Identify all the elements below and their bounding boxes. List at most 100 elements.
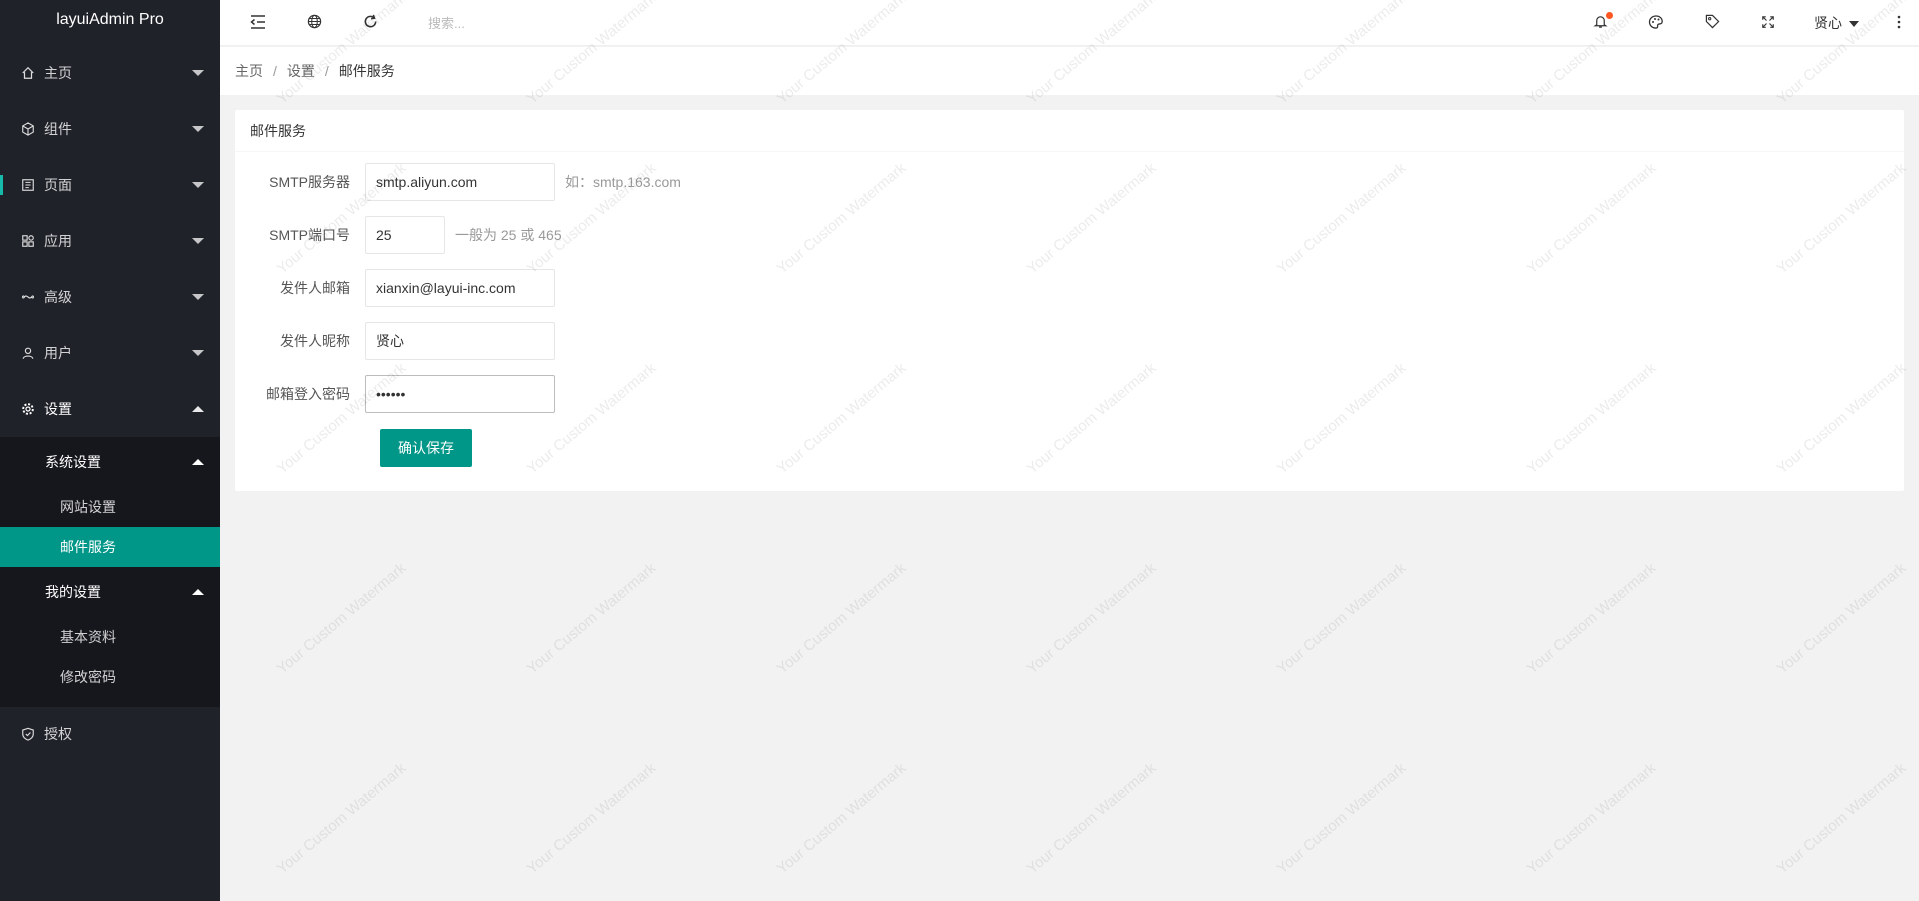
watermark-text: Your Custom Watermark — [1773, 759, 1910, 878]
sidebar-item-license[interactable]: 授权 — [0, 706, 220, 762]
submenu-item-website[interactable]: 网站设置 — [0, 487, 220, 527]
app-logo[interactable]: layuiAdmin Pro — [0, 0, 220, 40]
sidebar-item-users[interactable]: 用户 — [0, 325, 220, 381]
field-label: 发件人昵称 — [280, 333, 350, 349]
notification-badge — [1606, 12, 1613, 19]
chevron-up-icon — [192, 459, 204, 465]
user-name: 贤心 — [1814, 15, 1842, 31]
watermark-text: Your Custom Watermark — [273, 759, 410, 878]
refresh-icon — [363, 14, 378, 32]
field-label: 邮箱登入密码 — [266, 386, 350, 402]
breadcrumb-home[interactable]: 主页 — [235, 61, 263, 81]
sidebar: layuiAdmin Pro 主页 组件 页面 应用 高级 用户 设置 系统设置… — [0, 0, 220, 901]
watermark-text: Your Custom Watermark — [523, 759, 660, 878]
fullscreen-icon — [1762, 15, 1774, 31]
watermark-text: Your Custom Watermark — [1523, 759, 1660, 878]
smtp-port-input[interactable]: 25 — [365, 216, 445, 254]
smtp-server-input[interactable]: smtp.aliyun.com — [365, 163, 555, 201]
breadcrumb-separator: / — [273, 63, 277, 79]
chevron-down-icon — [192, 126, 204, 132]
notification-button[interactable] — [1580, 0, 1620, 46]
menu-fold-icon — [250, 14, 266, 32]
sidebar-item-components[interactable]: 组件 — [0, 101, 220, 157]
sidebar-item-home[interactable]: 主页 — [0, 45, 220, 101]
watermark-text: Your Custom Watermark — [1273, 559, 1410, 678]
settings-submenu: 系统设置 网站设置 邮件服务 我的设置 基本资料 修改密码 — [0, 437, 220, 707]
save-button[interactable]: 确认保存 — [380, 429, 472, 467]
submenu-group-system[interactable]: 系统设置 — [0, 437, 220, 487]
website-button[interactable] — [294, 0, 334, 46]
menu-toggle-button[interactable] — [238, 0, 278, 46]
sidebar-item-label: 页面 — [44, 177, 72, 193]
breadcrumb-current: 邮件服务 — [338, 63, 395, 79]
form-row-smtp-server: SMTP服务器 smtp.aliyun.com 如：smtp.163.com — [235, 163, 681, 201]
gear-icon — [20, 401, 36, 417]
form-row-password: 邮箱登入密码 •••••• — [235, 375, 555, 413]
chevron-down-icon — [192, 294, 204, 300]
sender-nickname-input[interactable]: 贤心 — [365, 322, 555, 360]
chevron-down-icon — [192, 182, 204, 188]
search-input[interactable] — [428, 13, 608, 33]
field-label: SMTP服务器 — [269, 174, 350, 190]
card-title: 邮件服务 — [235, 110, 1904, 152]
chevron-down-icon — [1849, 21, 1859, 27]
field-label: SMTP端口号 — [269, 227, 350, 243]
fullscreen-button[interactable] — [1748, 0, 1788, 46]
tag-button[interactable] — [1692, 0, 1732, 46]
infinity-icon — [20, 289, 36, 305]
breadcrumb-separator: / — [324, 63, 329, 79]
field-label: 发件人邮箱 — [280, 280, 350, 296]
user-icon — [20, 345, 36, 361]
sidebar-item-label: 高级 — [44, 289, 72, 305]
sidebar-item-label: 授权 — [44, 726, 72, 742]
more-vertical-icon — [1897, 15, 1901, 32]
mail-service-card: 邮件服务 SMTP服务器 smtp.aliyun.com 如：smtp.163.… — [235, 110, 1904, 491]
chevron-down-icon — [192, 70, 204, 76]
refresh-button[interactable] — [350, 0, 390, 46]
globe-icon — [307, 14, 322, 32]
submenu-item-profile[interactable]: 基本资料 — [0, 617, 220, 657]
breadcrumb-settings[interactable]: 设置 — [287, 61, 315, 81]
top-header: 贤心 — [220, 0, 1919, 46]
watermark-text: Your Custom Watermark — [1023, 759, 1160, 878]
password-input[interactable]: •••••• — [365, 375, 555, 413]
sidebar-item-label: 应用 — [44, 233, 72, 249]
sidebar-item-label: 设置 — [44, 401, 72, 417]
tag-icon — [1705, 14, 1720, 32]
form-row-sender-nickname: 发件人昵称 贤心 — [235, 322, 555, 360]
user-menu[interactable]: 贤心 — [1814, 0, 1859, 46]
watermark-text: Your Custom Watermark — [1523, 559, 1660, 678]
field-tip: 如：smtp.163.com — [565, 174, 681, 190]
more-button[interactable] — [1879, 0, 1919, 46]
watermark-text: Your Custom Watermark — [1773, 559, 1910, 678]
home-icon — [20, 65, 36, 81]
sidebar-item-settings[interactable]: 设置 — [0, 381, 220, 437]
breadcrumb: 主页 / 设置 / 邮件服务 — [220, 47, 1919, 95]
sidebar-item-label: 组件 — [44, 121, 72, 137]
sidebar-item-pages[interactable]: 页面 — [0, 157, 220, 213]
palette-icon — [1648, 14, 1664, 33]
sidebar-item-advanced[interactable]: 高级 — [0, 269, 220, 325]
sender-email-input[interactable]: xianxin@layui-inc.com — [365, 269, 555, 307]
sidebar-item-label: 主页 — [44, 65, 72, 81]
cube-icon — [20, 121, 36, 137]
submenu-item-mail[interactable]: 邮件服务 — [0, 527, 220, 567]
submenu-group-mine[interactable]: 我的设置 — [0, 567, 220, 617]
chevron-up-icon — [192, 589, 204, 595]
field-tip: 一般为 25 或 465 — [455, 227, 562, 243]
watermark-text: Your Custom Watermark — [773, 559, 910, 678]
watermark-text: Your Custom Watermark — [773, 759, 910, 878]
chevron-down-icon — [192, 350, 204, 356]
chevron-up-icon — [192, 406, 204, 412]
sidebar-item-label: 用户 — [44, 345, 72, 361]
submenu-item-password[interactable]: 修改密码 — [0, 657, 220, 697]
sidebar-item-apps[interactable]: 应用 — [0, 213, 220, 269]
watermark-text: Your Custom Watermark — [273, 559, 410, 678]
submenu-group-label: 系统设置 — [45, 454, 101, 470]
app-icon — [20, 233, 36, 249]
watermark-text: Your Custom Watermark — [1273, 759, 1410, 878]
shield-icon — [20, 726, 36, 742]
form-row-sender-email: 发件人邮箱 xianxin@layui-inc.com — [235, 269, 555, 307]
theme-button[interactable] — [1636, 0, 1676, 46]
form-row-smtp-port: SMTP端口号 25 一般为 25 或 465 — [235, 216, 562, 254]
